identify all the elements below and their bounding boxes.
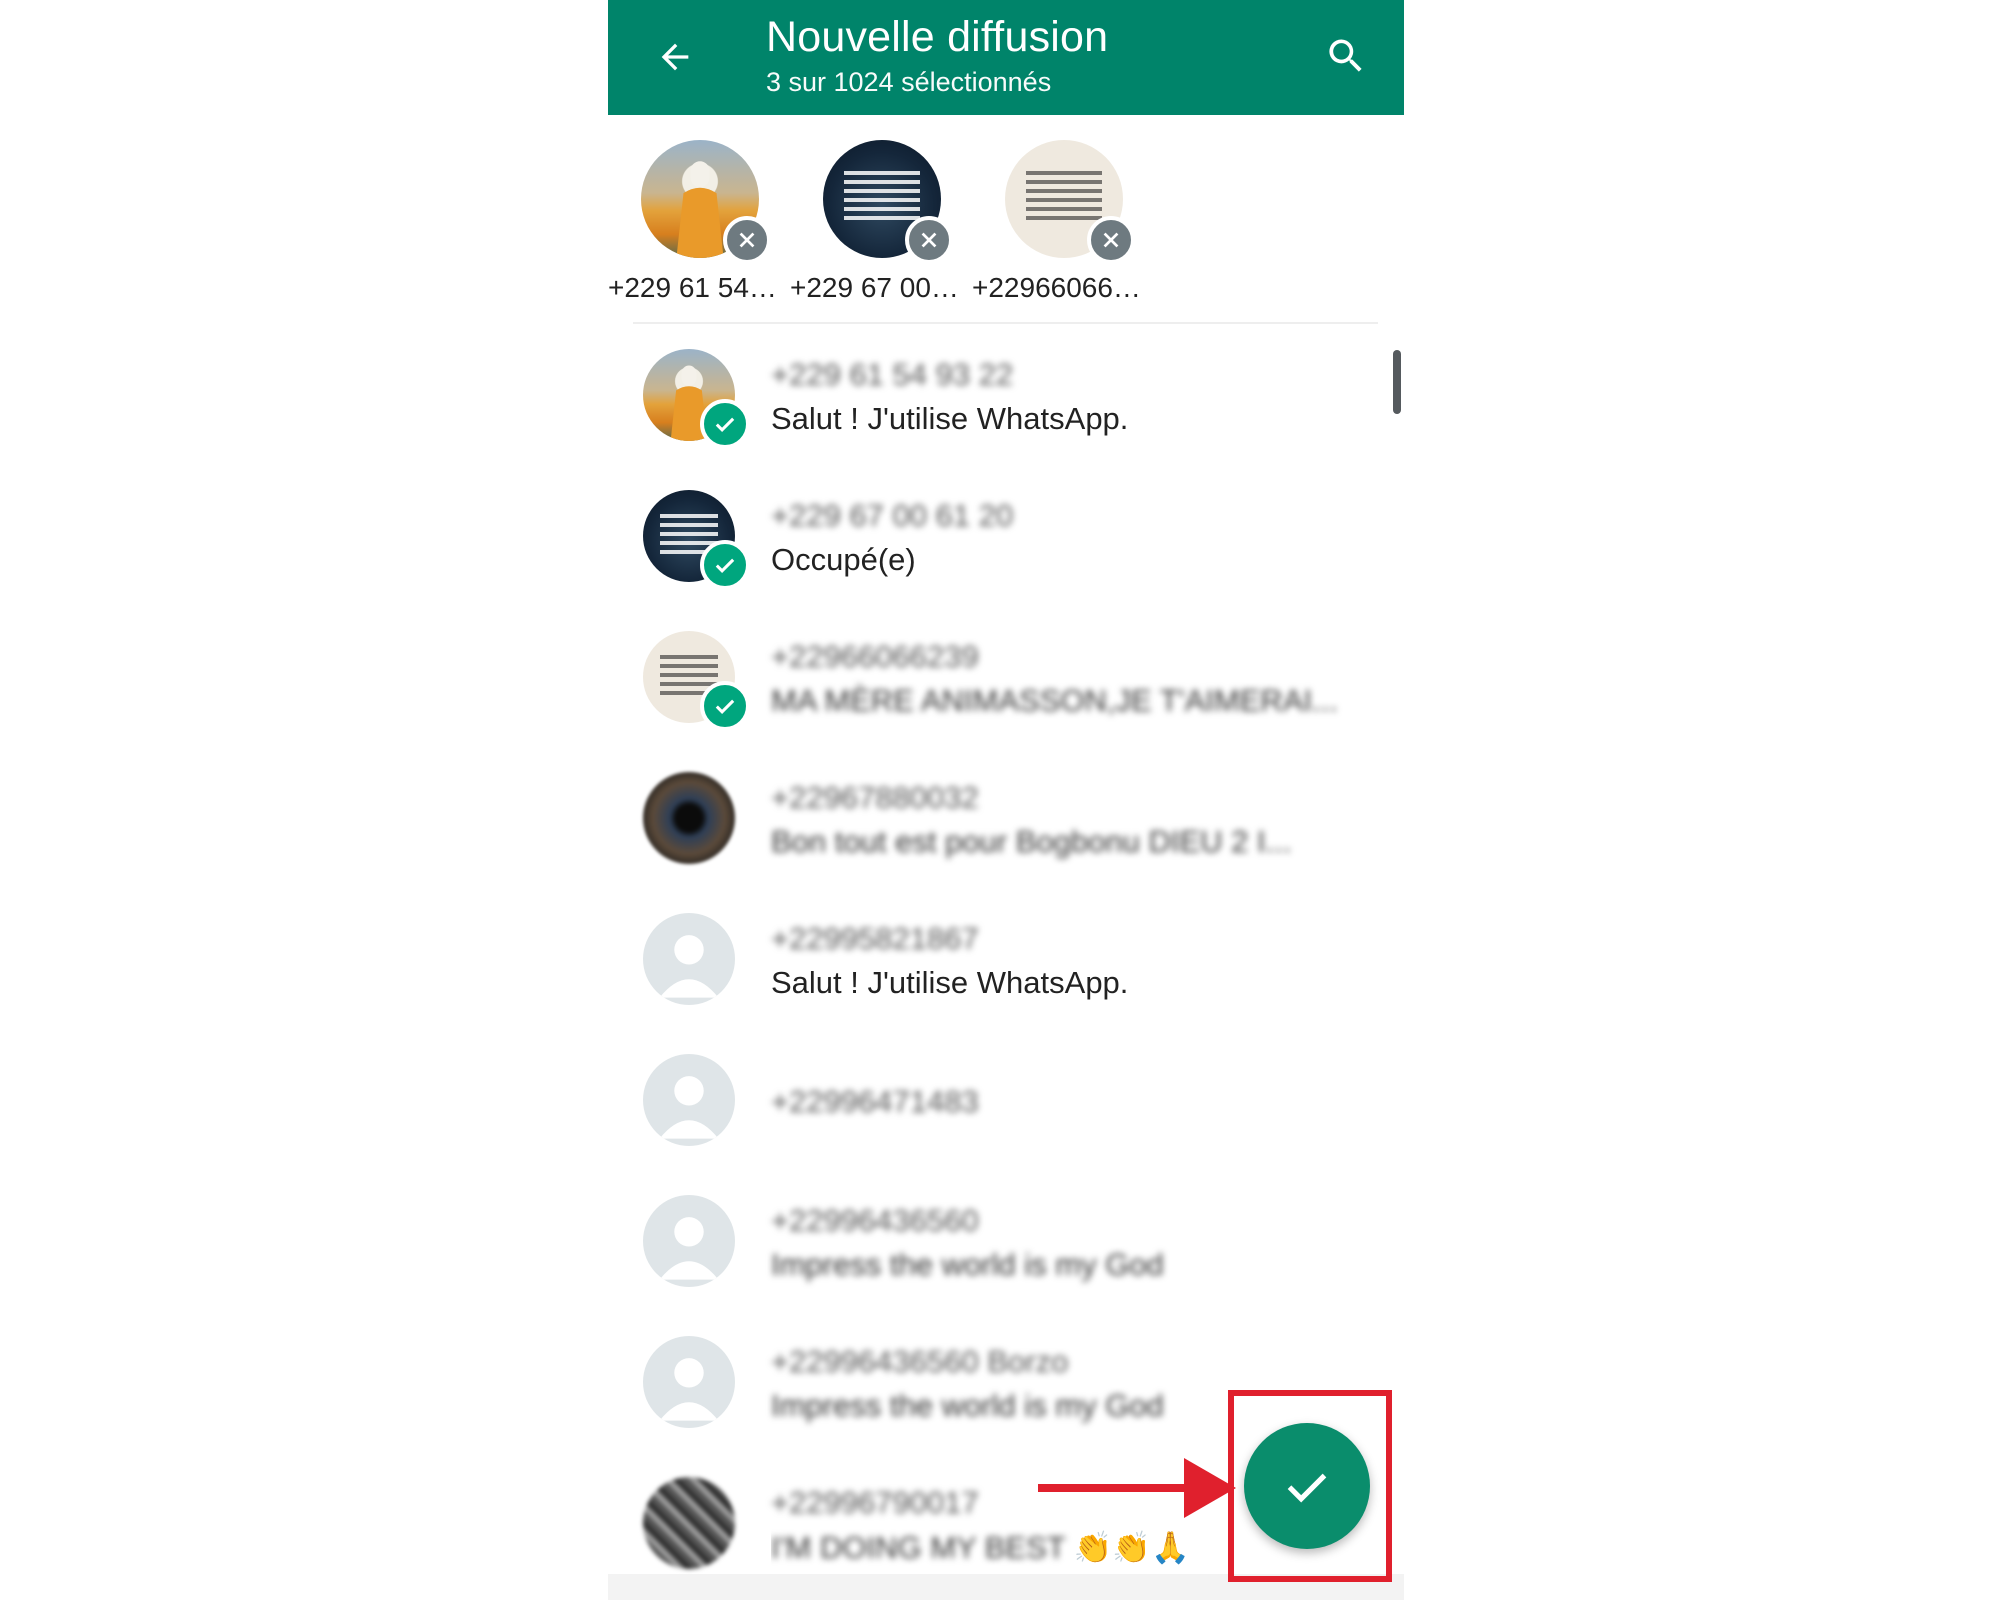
list-item[interactable]: +22996471483 bbox=[608, 1040, 1404, 1181]
arrow-left-icon[interactable] bbox=[646, 28, 704, 86]
selected-contacts-strip: +229 61 54… +229 67 00… +22966066… bbox=[608, 138, 1404, 308]
list-item[interactable]: +229 61 54 93 22 Salut ! J'utilise Whats… bbox=[608, 335, 1404, 476]
chip-name: +229 61 54… bbox=[608, 272, 777, 303]
page-title: Nouvelle diffusion bbox=[766, 13, 1109, 61]
contact-number: +22995821867 bbox=[771, 921, 979, 956]
contact-status: Salut ! J'utilise WhatsApp. bbox=[771, 401, 1129, 436]
avatar bbox=[643, 1195, 735, 1287]
list-item[interactable]: +22996436560 Impress the world is my God bbox=[608, 1181, 1404, 1322]
contact-status: Bon tout est pour Bogbonu DIEU 2 I... bbox=[771, 824, 1292, 859]
contact-number: +229 67 00 61 20 bbox=[771, 498, 1014, 533]
contact-status-wrapper: I'M DOING MY BEST 👏👏🙏 bbox=[771, 1529, 1190, 1566]
contact-number: +22996471483 bbox=[771, 1084, 979, 1119]
avatar bbox=[643, 913, 735, 1005]
chip-name: +22966066… bbox=[972, 272, 1141, 303]
avatar bbox=[643, 1336, 735, 1428]
status-emoji: 👏👏🙏 bbox=[1073, 1530, 1190, 1566]
contact-number: +22996436560 Borzo bbox=[771, 1344, 1069, 1379]
close-icon[interactable] bbox=[1087, 216, 1135, 264]
close-icon[interactable] bbox=[905, 216, 953, 264]
app-bar-titles: Nouvelle diffusion 3 sur 1024 sélectionn… bbox=[766, 10, 1108, 100]
avatar bbox=[643, 1054, 735, 1146]
contact-number: +22996790017 bbox=[771, 1485, 979, 1520]
avatar bbox=[643, 772, 735, 864]
contact-number: +229 61 54 93 22 bbox=[771, 357, 1014, 392]
divider bbox=[633, 322, 1378, 324]
contact-number: +22967880032 bbox=[771, 780, 979, 815]
avatar bbox=[643, 1477, 735, 1569]
contact-status: Occupé(e) bbox=[771, 542, 916, 577]
close-icon[interactable] bbox=[723, 216, 771, 264]
selected-check-icon bbox=[700, 681, 750, 731]
phone-screen: Nouvelle diffusion 3 sur 1024 sélectionn… bbox=[608, 0, 1404, 1600]
contact-status: I'M DOING MY BEST bbox=[771, 1530, 1066, 1565]
selected-check-icon bbox=[700, 399, 750, 449]
list-item[interactable]: +229 67 00 61 20 Occupé(e) bbox=[608, 476, 1404, 617]
selected-check-icon bbox=[700, 540, 750, 590]
app-bar: Nouvelle diffusion 3 sur 1024 sélectionn… bbox=[608, 0, 1404, 115]
contact-status: Salut ! J'utilise WhatsApp. bbox=[771, 965, 1129, 1000]
contact-status: Impress the world is my God bbox=[771, 1247, 1164, 1282]
contact-status: MA MÈRE ANIMASSON,JE T'AIMERAI... bbox=[771, 683, 1338, 718]
chip-name: +229 67 00… bbox=[790, 272, 959, 303]
contact-number: +22996436560 bbox=[771, 1203, 979, 1238]
annotation-highlight-box bbox=[1228, 1390, 1392, 1582]
list-item[interactable]: +22967880032 Bon tout est pour Bogbonu D… bbox=[608, 758, 1404, 899]
list-item[interactable]: +22995821867 Salut ! J'utilise WhatsApp. bbox=[608, 899, 1404, 1040]
list-item[interactable]: +22966066239 MA MÈRE ANIMASSON,JE T'AIME… bbox=[608, 617, 1404, 758]
contact-status: Impress the world is my God bbox=[771, 1388, 1164, 1423]
annotation-arrow-shaft bbox=[1038, 1484, 1188, 1492]
selection-count: 3 sur 1024 sélectionnés bbox=[766, 67, 1052, 97]
search-icon[interactable] bbox=[1316, 26, 1376, 86]
contact-number: +22966066239 bbox=[771, 639, 979, 674]
